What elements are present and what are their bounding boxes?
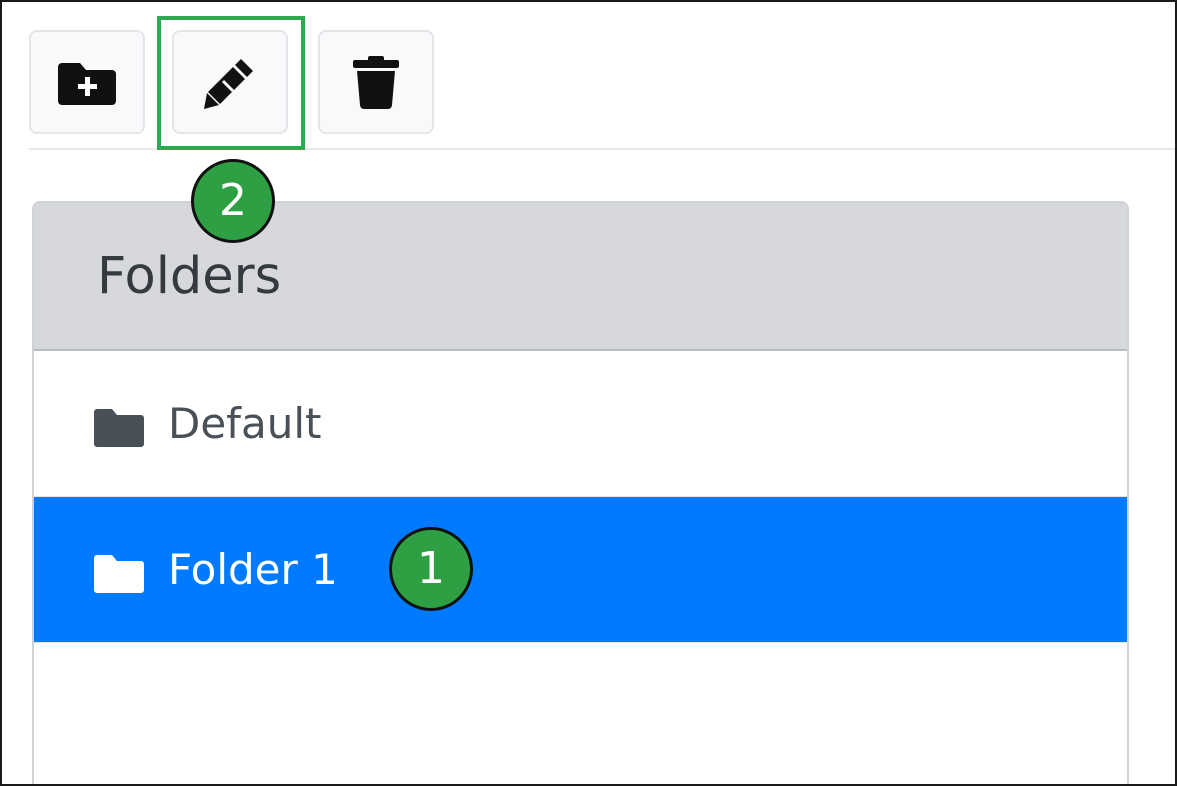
folder-item-folder-1[interactable]: Folder 1 [34,497,1127,643]
folders-panel: Folders Default Folder 1 [32,201,1129,784]
folder-label: Folder 1 [168,545,338,594]
folder-icon [94,555,144,593]
pencil-icon [204,59,253,109]
screenshot-frame: Folders Default Folder 1 2 1 [0,0,1177,786]
toolbar-divider [29,148,1175,150]
callout-badge-1: 1 [389,527,473,611]
folder-icon [94,409,144,447]
folder-plus-icon [58,63,116,105]
new-folder-button[interactable] [29,30,145,134]
delete-folder-button[interactable] [318,30,434,134]
folder-label: Default [168,399,322,448]
panel-title: Folders [97,247,282,306]
trash-icon [353,56,399,109]
callout-badge-2: 2 [191,159,275,243]
folder-item-default[interactable]: Default [34,351,1127,497]
rename-folder-button[interactable] [172,30,288,134]
